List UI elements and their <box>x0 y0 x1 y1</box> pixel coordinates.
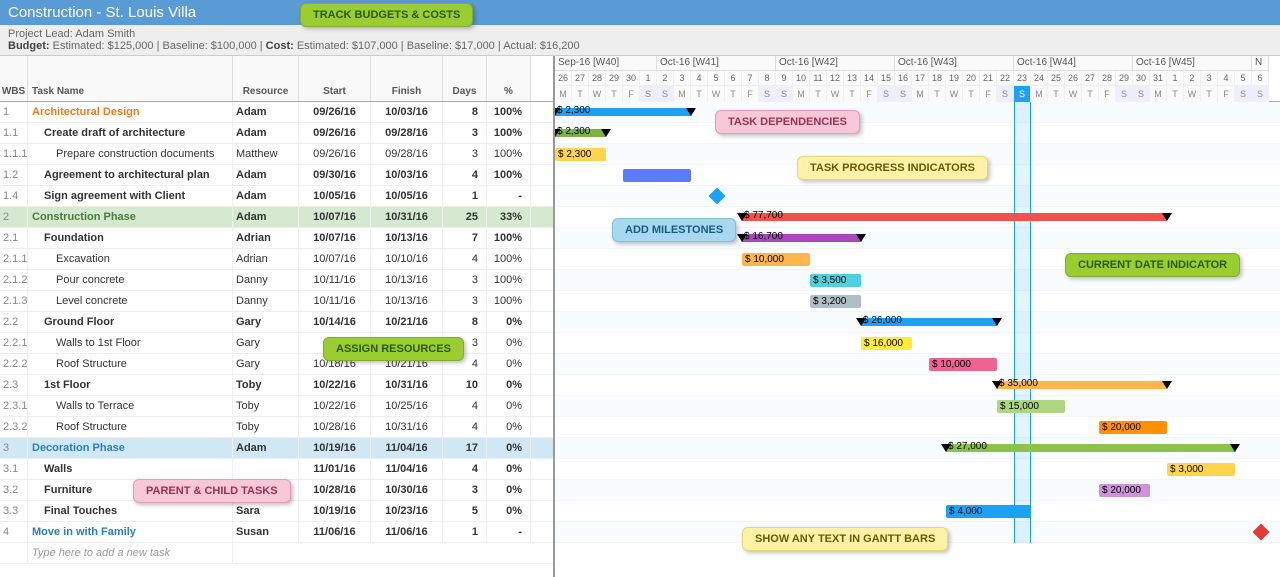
callout-milestones: ADD MILESTONES <box>612 218 736 242</box>
task-row[interactable]: 2.1.3Level concreteDanny10/11/1610/13/16… <box>0 291 553 312</box>
task-row[interactable]: 3Decoration PhaseAdam10/19/1611/04/16170… <box>0 438 553 459</box>
project-title: Construction - St. Louis Villa <box>8 4 196 21</box>
lead-label: Project Lead: <box>8 28 73 40</box>
gantt-bar[interactable]: $ 2,300 <box>555 129 606 137</box>
gantt-bar[interactable]: $ 3,500 <box>810 274 861 287</box>
task-row[interactable]: 2Construction PhaseAdam10/07/1610/31/162… <box>0 207 553 228</box>
task-row[interactable]: 2.1.1ExcavationAdrian10/07/1610/10/16410… <box>0 249 553 270</box>
task-row[interactable]: 1Architectural DesignAdam09/26/1610/03/1… <box>0 102 553 123</box>
gantt-row[interactable]: $ 26,000 <box>555 312 1280 333</box>
task-row[interactable]: 3.3Final TouchesSara10/19/1610/23/1650% <box>0 501 553 522</box>
gantt-row[interactable]: $ 20,000 <box>555 480 1280 501</box>
gantt-row[interactable] <box>555 186 1280 207</box>
gantt-bar[interactable]: $ 77,700 <box>742 213 1167 221</box>
gantt-row[interactable]: $ 20,000 <box>555 417 1280 438</box>
gantt-row[interactable]: $ 3,200 <box>555 291 1280 312</box>
task-row[interactable]: 3.1Walls11/01/1611/04/1640% <box>0 459 553 480</box>
col-wbs[interactable]: WBS <box>0 56 28 101</box>
gantt-row[interactable]: $ 27,000 <box>555 438 1280 459</box>
gantt-bar[interactable]: $ 3,200 <box>810 295 861 308</box>
gantt-bar[interactable]: $ 16,700 <box>742 234 861 242</box>
gantt-bar[interactable]: $ 26,000 <box>861 318 997 326</box>
callout-assign-resources: ASSIGN RESOURCES <box>323 337 464 361</box>
gantt-bar[interactable] <box>623 169 691 182</box>
gantt-row[interactable]: $ 15,000 <box>555 396 1280 417</box>
callout-parent-child: PARENT & CHILD TASKS <box>133 479 291 503</box>
budget-label: Budget: <box>8 40 50 52</box>
gantt-row[interactable]: $ 2,300 <box>555 102 1280 123</box>
timeline-header: Sep-16 [W40]Oct-16 [W41]Oct-16 [W42]Oct-… <box>555 56 1280 102</box>
task-row[interactable]: 2.1FoundationAdrian10/07/1610/13/167100% <box>0 228 553 249</box>
lead-name: Adam Smith <box>75 28 135 40</box>
task-row[interactable]: 2.31st FloorToby10/22/1610/31/16100% <box>0 375 553 396</box>
task-row[interactable]: 2.2.2Roof StructureGary10/18/1610/21/164… <box>0 354 553 375</box>
gantt-bar[interactable]: $ 10,000 <box>929 358 997 371</box>
milestone-diamond[interactable] <box>1253 524 1270 541</box>
task-row[interactable]: 2.3.2Roof StructureToby10/28/1610/31/164… <box>0 417 553 438</box>
grid-header: WBS Task Name Resource Start Finish Days… <box>0 56 553 102</box>
gantt-bar[interactable]: $ 35,000 <box>997 381 1167 389</box>
callout-show-text: SHOW ANY TEXT IN GANTT BARS <box>742 527 948 551</box>
col-task[interactable]: Task Name <box>28 56 233 101</box>
col-pct[interactable]: % <box>487 56 531 101</box>
cost-label: Cost: <box>266 40 294 52</box>
task-row[interactable]: 1.1.1Prepare construction documentsMatth… <box>0 144 553 165</box>
gantt-row[interactable]: $ 10,000 <box>555 354 1280 375</box>
task-row[interactable]: 2.2.1Walls to 1st FloorGary30% <box>0 333 553 354</box>
task-row[interactable]: 1.1Create draft of architectureAdam09/26… <box>0 123 553 144</box>
gantt-bar[interactable]: $ 20,000 <box>1099 421 1167 434</box>
col-start[interactable]: Start <box>299 56 371 101</box>
gantt-bar[interactable]: $ 15,000 <box>997 400 1065 413</box>
gantt-row[interactable]: $ 4,000 <box>555 501 1280 522</box>
task-row[interactable]: 4Move in with FamilySusan11/06/1611/06/1… <box>0 522 553 543</box>
gantt-row[interactable]: $ 3,000 <box>555 459 1280 480</box>
task-row[interactable]: 2.1.2Pour concreteDanny10/11/1610/13/163… <box>0 270 553 291</box>
task-row[interactable]: 2.3.1Walls to TerraceToby10/22/1610/25/1… <box>0 396 553 417</box>
gantt-bar[interactable]: $ 20,000 <box>1099 484 1150 497</box>
gantt-row[interactable]: $ 2,300 <box>555 123 1280 144</box>
col-days[interactable]: Days <box>443 56 487 101</box>
gantt-bar[interactable]: $ 16,000 <box>861 337 912 350</box>
gantt-bar[interactable]: $ 4,000 <box>946 505 1031 518</box>
gantt-bar[interactable]: $ 2,300 <box>555 148 606 161</box>
callout-task-progress: TASK PROGRESS INDICATORS <box>797 156 988 180</box>
new-task-row[interactable]: Type here to add a new task <box>0 543 553 564</box>
col-resource[interactable]: Resource <box>233 56 299 101</box>
gantt-bar[interactable]: $ 27,000 <box>946 444 1235 452</box>
title-bar: Construction - St. Louis Villa <box>0 0 1280 25</box>
callout-task-deps: TASK DEPENDENCIES <box>715 110 860 134</box>
task-row[interactable]: 1.4Sign agreement with ClientAdam10/05/1… <box>0 186 553 207</box>
callout-track-budgets: TRACK BUDGETS & COSTS <box>300 3 473 27</box>
gantt-chart[interactable]: Sep-16 [W40]Oct-16 [W41]Oct-16 [W42]Oct-… <box>555 56 1280 577</box>
col-finish[interactable]: Finish <box>371 56 443 101</box>
info-bar: Project Lead: Adam Smith Budget: Estimat… <box>0 25 1280 56</box>
task-row[interactable]: 1.2Agreement to architectural planAdam09… <box>0 165 553 186</box>
milestone-diamond[interactable] <box>709 188 726 205</box>
current-date-line <box>1014 102 1031 543</box>
gantt-row[interactable]: $ 16,000 <box>555 333 1280 354</box>
gantt-bar[interactable]: $ 2,300 <box>555 108 691 116</box>
gantt-bar[interactable]: $ 3,000 <box>1167 463 1235 476</box>
callout-current-date: CURRENT DATE INDICATOR <box>1065 253 1240 277</box>
task-row[interactable]: 2.2Ground FloorGary10/14/1610/21/1680% <box>0 312 553 333</box>
gantt-bar[interactable]: $ 10,000 <box>742 253 810 266</box>
gantt-row[interactable]: $ 35,000 <box>555 375 1280 396</box>
